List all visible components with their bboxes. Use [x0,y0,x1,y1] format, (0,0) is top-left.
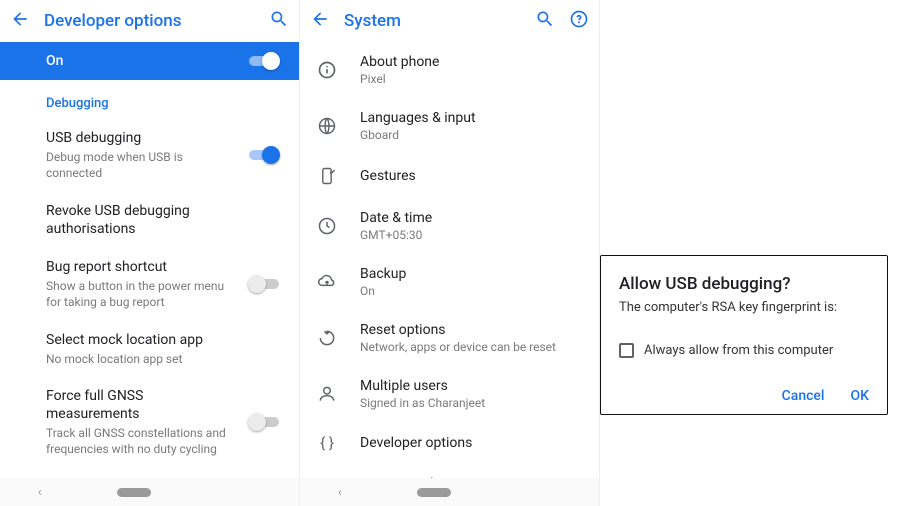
ok-button[interactable]: OK [851,388,870,404]
nav-back-icon[interactable]: ‹ [38,485,42,500]
help-icon[interactable] [569,9,589,33]
item-multiple-users[interactable]: Multiple users Signed in as Charanjeet [300,366,599,422]
item-subtitle: Pixel [360,72,581,86]
item-mock-location[interactable]: Select mock location app No mock locatio… [0,321,299,377]
master-toggle-label: On [46,53,63,69]
item-title: Languages & input [360,110,581,126]
braces-icon: { } [314,434,340,452]
master-toggle[interactable] [247,51,281,71]
devopts-list: USB debugging Debug mode when USB is con… [0,119,299,478]
globe-icon [314,116,340,136]
info-icon [314,60,340,80]
system-list: About phone Pixel Languages & input Gboard… [300,42,599,478]
item-subtitle: Network, apps or device can be reset [360,340,581,354]
item-subtitle: On [360,284,581,298]
item-languages[interactable]: Languages & input Gboard [300,98,599,154]
developer-options-screen: Developer options On Debugging USB debug… [0,0,300,506]
dialog-actions: Cancel OK [619,388,869,404]
item-usb-debugging[interactable]: USB debugging Debug mode when USB is con… [0,119,299,192]
cancel-button[interactable]: Cancel [782,388,825,404]
appbar-system: System [300,0,599,42]
item-revoke-usb-auth[interactable]: Revoke USB debugging authorisations [0,192,299,248]
back-arrow-icon[interactable] [10,9,30,33]
item-title: Backup [360,266,581,282]
user-icon [314,384,340,404]
item-backup[interactable]: Backup On [300,254,599,310]
gnss-toggle[interactable] [247,412,281,432]
item-date-time[interactable]: Date & time GMT+05:30 [300,198,599,254]
item-about-phone[interactable]: About phone Pixel [300,42,599,98]
clock-icon [314,216,340,236]
item-title: About phone [360,54,581,70]
back-arrow-icon[interactable] [310,9,330,33]
gesture-navbar: ‹ [300,478,599,506]
item-title: Gestures [360,168,581,184]
item-title: Developer options [360,435,581,451]
search-icon[interactable] [269,9,289,33]
item-title: Reset options [360,322,581,338]
item-reset[interactable]: Reset options Network, apps or device can… [300,310,599,366]
item-title: Date & time [360,210,581,226]
cloud-upload-icon [314,272,340,292]
appbar-title: Developer options [44,11,255,31]
search-icon[interactable] [535,9,555,33]
item-title: Force full GNSS measurements [46,387,235,423]
nav-back-icon[interactable]: ‹ [338,485,342,500]
gesture-icon [314,166,340,186]
item-subtitle: Debug mode when USB is connected [46,149,235,181]
usb-debugging-toggle[interactable] [247,145,281,165]
gesture-navbar: ‹ [0,478,299,506]
appbar-title: System [344,11,521,31]
item-title: USB debugging [46,129,235,147]
item-view-attr-inspect[interactable]: Enable view attribute inspection [0,468,299,478]
item-title: Bug report shortcut [46,258,235,276]
bugreport-toggle[interactable] [247,274,281,294]
item-bugreport-shortcut[interactable]: Bug report shortcut Show a button in the… [0,248,299,321]
dialog-body: The computer's RSA key fingerprint is: [619,300,869,315]
item-subtitle: Signed in as Charanjeet [360,396,581,410]
item-subtitle: No mock location app set [46,351,281,367]
item-force-gnss[interactable]: Force full GNSS measurements Track all G… [0,377,299,468]
usb-debugging-dialog-screen: Allow USB debugging? The computer's RSA … [600,0,900,506]
item-title: Select mock location app [46,331,281,349]
system-screen: System About phone Pixel Languages & inpu… [300,0,600,506]
item-subtitle: Track all GNSS constellations and freque… [46,425,235,457]
item-system-update[interactable]: System updateUpdated to Android 9 [300,464,599,478]
item-title: Revoke USB debugging authorisations [46,202,281,238]
dialog-title: Allow USB debugging? [619,274,869,294]
item-gestures[interactable]: Gestures [300,154,599,198]
reset-icon [314,328,340,348]
item-subtitle: GMT+05:30 [360,228,581,242]
always-allow-label: Always allow from this computer [644,343,833,358]
always-allow-checkbox[interactable] [619,343,634,358]
nav-home-pill[interactable] [117,488,151,497]
section-header-debugging: Debugging [0,80,299,119]
item-subtitle: Gboard [360,128,581,142]
always-allow-row[interactable]: Always allow from this computer [619,343,869,358]
nav-home-pill[interactable] [417,488,451,497]
allow-usb-dialog: Allow USB debugging? The computer's RSA … [600,255,888,415]
item-title: Multiple users [360,378,581,394]
item-developer-options[interactable]: { } Developer options [300,422,599,464]
appbar-devopts: Developer options [0,0,299,42]
item-subtitle: Show a button in the power menu for taki… [46,278,235,310]
master-toggle-row[interactable]: On [0,42,299,80]
